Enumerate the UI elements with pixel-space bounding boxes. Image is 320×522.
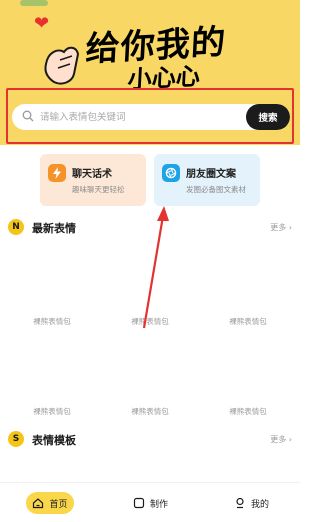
section-badge: S <box>8 431 24 447</box>
home-icon <box>33 498 44 509</box>
section-badge: N <box>8 219 24 235</box>
sticker-tile[interactable]: 裸熊表情包 <box>12 316 92 327</box>
sticker-tile[interactable]: 裸熊表情包 <box>208 406 288 417</box>
section-title: 表情模板 <box>32 434 76 447</box>
lightning-icon <box>48 164 66 182</box>
feature-title: 聊天话术 <box>72 169 112 180</box>
more-link[interactable]: 更多 › <box>270 434 292 445</box>
feature-subtitle: 趣味聊天更轻松 <box>72 185 125 194</box>
feature-title: 朋友圈文案 <box>186 169 236 180</box>
feature-card-chat[interactable]: 聊天话术 趣味聊天更轻松 <box>40 154 146 206</box>
feature-subtitle: 发圈必备图文素材 <box>186 185 246 194</box>
section-header-templates: S 表情模板 更多 › <box>8 431 292 449</box>
user-icon <box>236 497 244 509</box>
sticker-tile[interactable]: 裸熊表情包 <box>208 316 288 327</box>
nav-mine[interactable]: 我的 <box>234 492 269 514</box>
aperture-icon <box>162 164 180 182</box>
nav-home[interactable]: 首页 <box>26 492 74 514</box>
sticker-tile[interactable]: 裸熊表情包 <box>12 406 92 417</box>
annotation-highlight-box <box>6 88 294 144</box>
feature-card-moments[interactable]: 朋友圈文案 发圈必备图文素材 <box>154 154 260 206</box>
nav-label: 制作 <box>150 499 169 510</box>
nav-label: 首页 <box>49 499 68 510</box>
more-link[interactable]: 更多 › <box>270 222 292 233</box>
section-title: 最新表情 <box>32 222 76 235</box>
nav-label: 我的 <box>251 499 270 510</box>
section-header-latest: N 最新表情 更多 › <box>8 219 292 237</box>
bottom-nav: 首页 制作 我的 <box>0 482 300 522</box>
decor-strip <box>20 0 48 6</box>
nav-make[interactable]: 制作 <box>133 492 168 514</box>
edit-square-icon <box>133 497 145 509</box>
sticker-tile[interactable]: 裸熊表情包 <box>110 316 190 327</box>
sticker-tile[interactable]: 裸熊表情包 <box>110 406 190 417</box>
